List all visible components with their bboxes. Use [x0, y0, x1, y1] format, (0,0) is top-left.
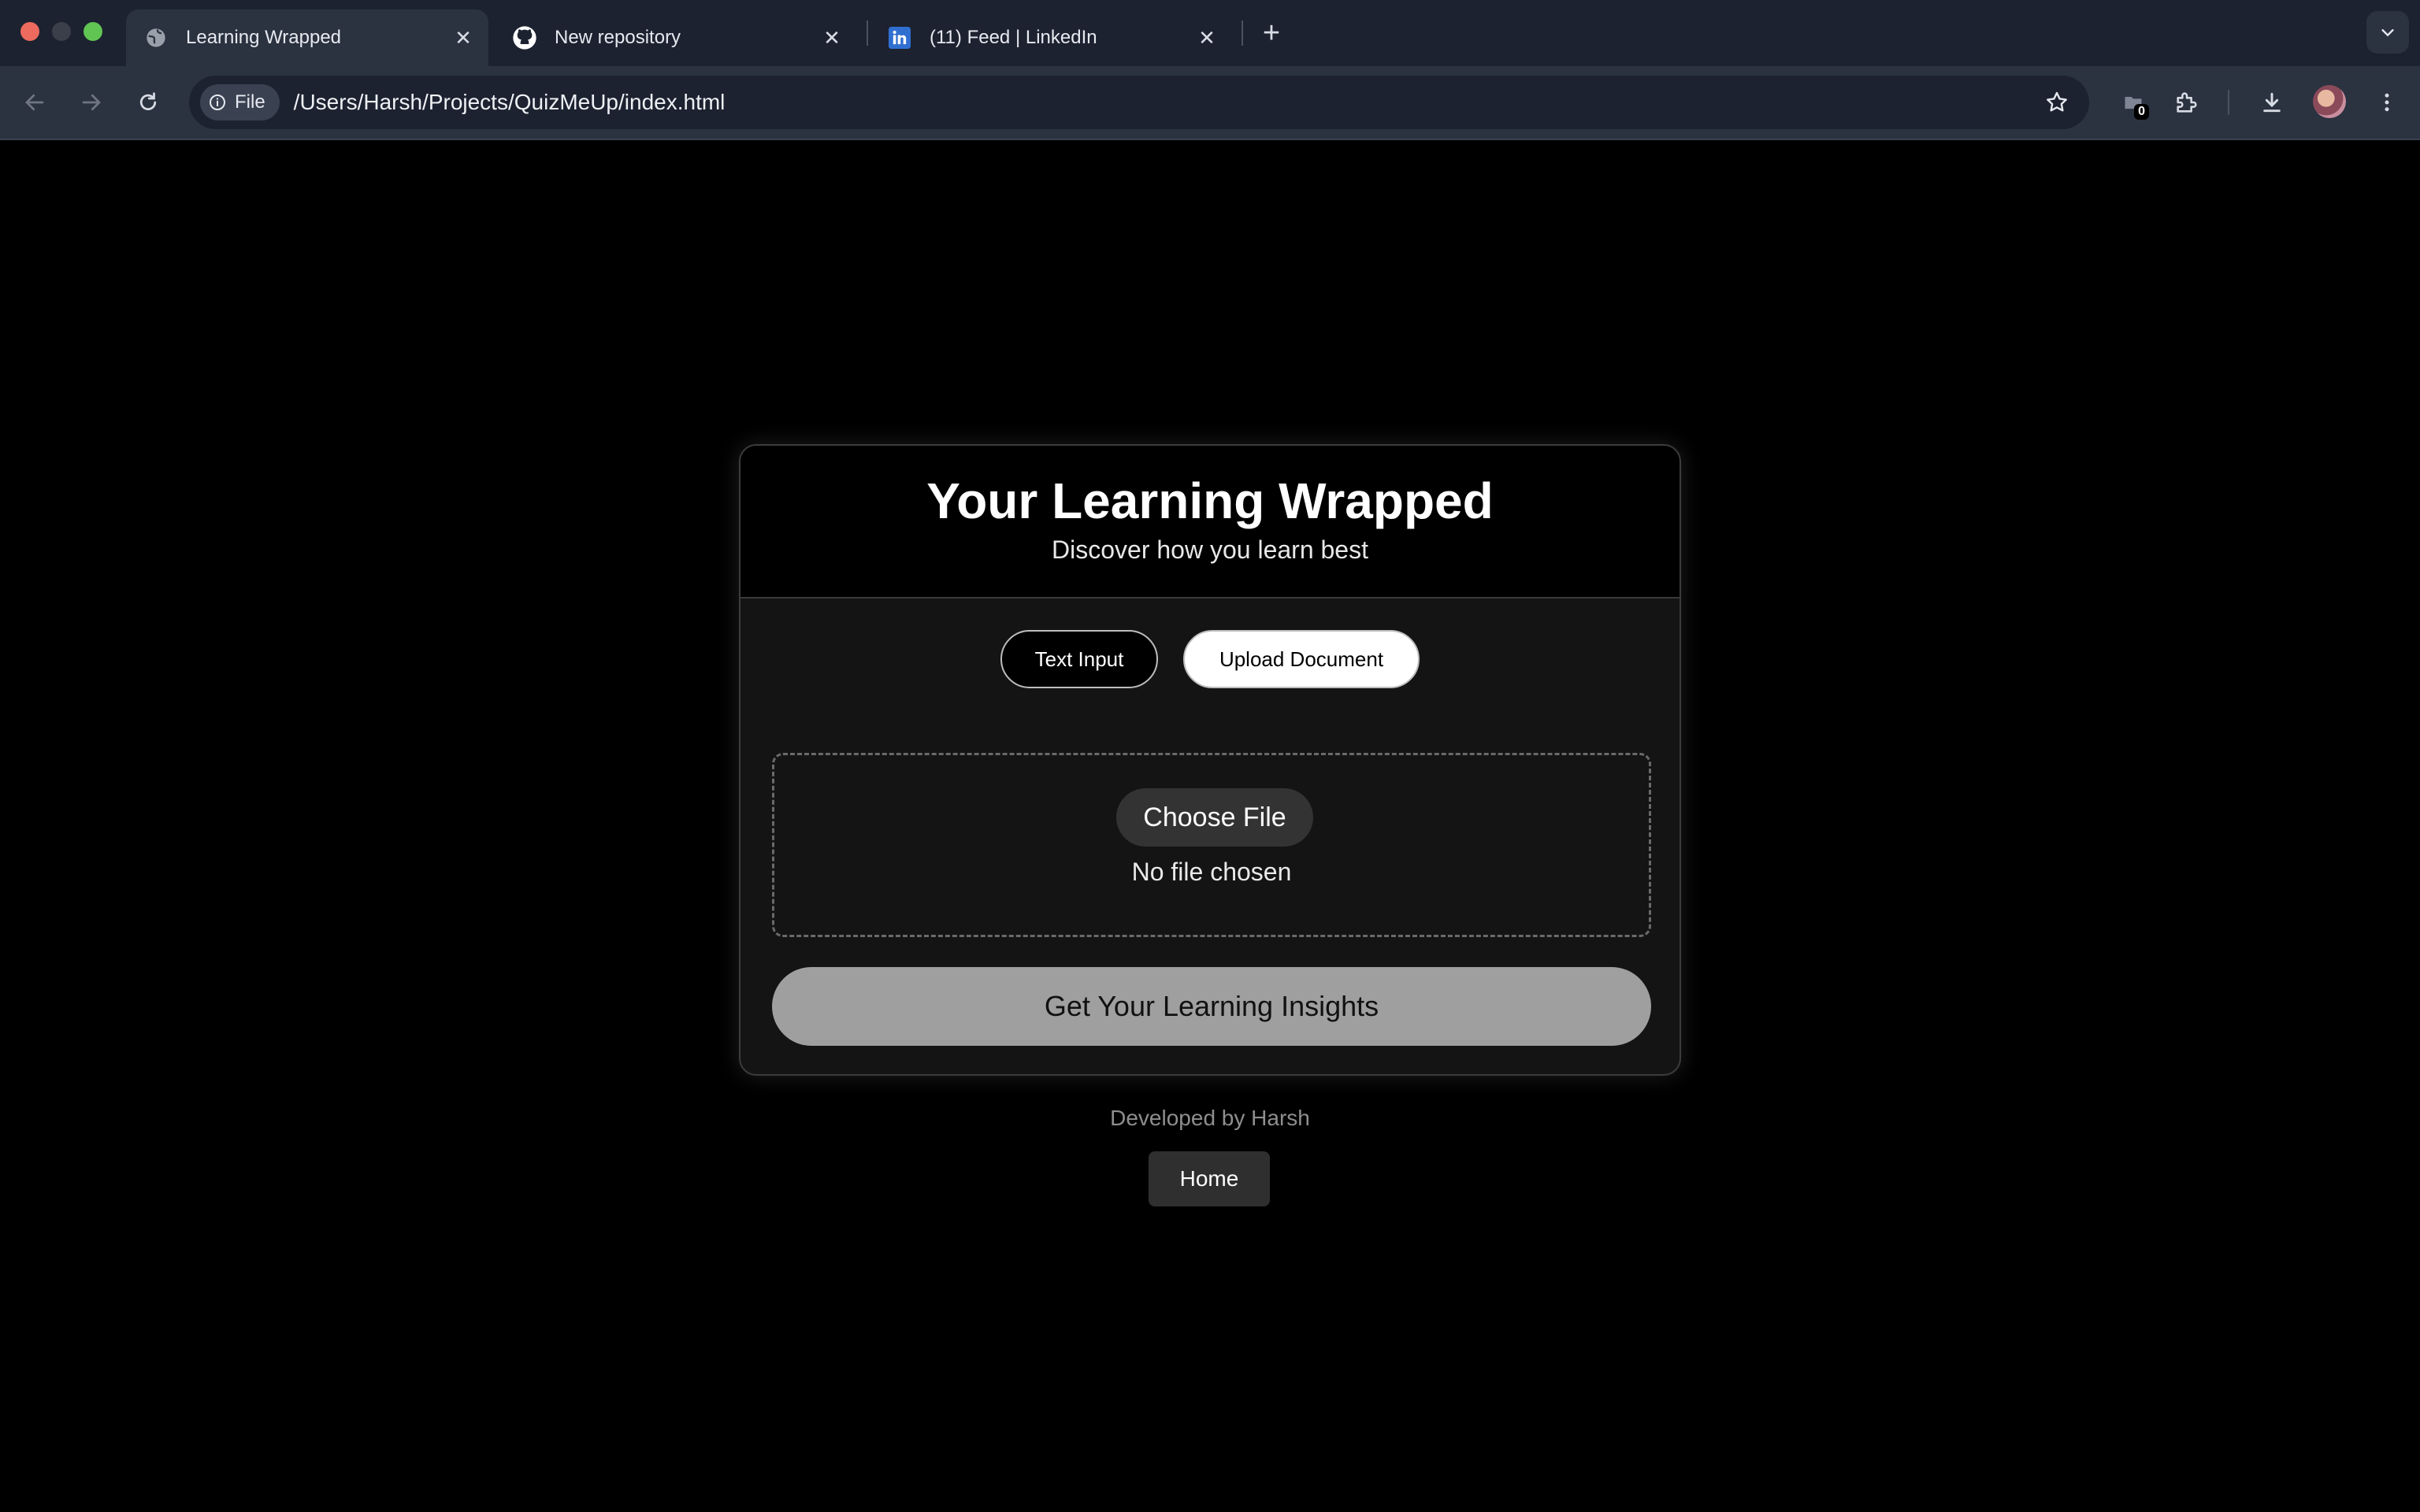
- site-info-chip[interactable]: File: [200, 84, 280, 120]
- puzzle-icon: [2177, 92, 2197, 113]
- star-icon: [2047, 91, 2067, 112]
- page-title: Your Learning Wrapped: [926, 472, 1494, 529]
- window-maximize-button[interactable]: [84, 22, 102, 41]
- forward-button[interactable]: [71, 82, 112, 123]
- toolbar-separator: [2228, 90, 2229, 115]
- choose-file-button[interactable]: Choose File: [1116, 788, 1313, 847]
- address-bar[interactable]: File /Users/Harsh/Projects/QuizMeUp/inde…: [189, 76, 2089, 129]
- home-button[interactable]: Home: [1149, 1151, 1270, 1206]
- get-insights-button[interactable]: Get Your Learning Insights: [772, 967, 1651, 1046]
- input-mode-toggle: Text Input Upload Document: [740, 630, 1680, 688]
- browser-toolbar: File /Users/Harsh/Projects/QuizMeUp/inde…: [0, 66, 2420, 139]
- tab-title: (11) Feed | LinkedIn: [930, 27, 1097, 48]
- close-tab-icon[interactable]: ✕: [449, 24, 477, 52]
- tab-title: Learning Wrapped: [186, 27, 342, 48]
- tab-new-repository[interactable]: New repository ✕: [495, 9, 857, 66]
- tab-learning-wrapped[interactable]: Learning Wrapped ✕: [126, 9, 488, 66]
- arrow-right-icon: [82, 94, 101, 111]
- tab-separator: [1242, 20, 1243, 46]
- tab-search-button[interactable]: [2366, 11, 2409, 54]
- page-subtitle: Discover how you learn best: [1052, 536, 1368, 564]
- downloads-button[interactable]: [2251, 82, 2292, 123]
- tab-linkedin-feed[interactable]: (11) Feed | LinkedIn ✕: [870, 9, 1232, 66]
- url-text[interactable]: /Users/Harsh/Projects/QuizMeUp/index.htm…: [294, 90, 2037, 115]
- window-minimize-button[interactable]: [52, 22, 71, 41]
- viewport-divider: [0, 139, 2420, 140]
- new-tab-button[interactable]: +: [1254, 16, 1289, 50]
- upload-document-tab[interactable]: Upload Document: [1183, 630, 1420, 688]
- reload-icon: [139, 92, 157, 110]
- file-status-text: No file chosen: [1131, 858, 1292, 886]
- close-tab-icon[interactable]: ✕: [1193, 24, 1221, 52]
- browser-menu-button[interactable]: [2366, 82, 2407, 123]
- extension-badge: 0: [2134, 104, 2149, 120]
- tab-title: New repository: [555, 27, 681, 48]
- arrow-left-icon: [25, 94, 44, 111]
- chevron-down-icon: [2381, 29, 2394, 37]
- reload-button[interactable]: [128, 82, 169, 123]
- download-icon: [2263, 92, 2281, 113]
- close-tab-icon[interactable]: ✕: [818, 24, 846, 52]
- window-close-button[interactable]: [20, 22, 39, 41]
- file-upload-dropzone[interactable]: Choose File No file chosen: [772, 753, 1651, 937]
- kebab-menu-icon: [2385, 93, 2389, 112]
- card-header: Your Learning Wrapped Discover how you l…: [740, 446, 1680, 598]
- tab-strip: Learning Wrapped ✕ New repository ✕ (11)…: [0, 0, 2420, 66]
- developer-credit: Developed by Harsh: [1110, 1106, 1310, 1130]
- extensions-menu-button[interactable]: [2166, 82, 2207, 123]
- back-button[interactable]: [14, 82, 55, 123]
- extension-button[interactable]: 0: [2113, 82, 2154, 123]
- github-icon: [512, 25, 537, 50]
- bookmark-button[interactable]: [2037, 83, 2077, 122]
- profile-avatar[interactable]: [2313, 85, 2346, 118]
- tab-separator: [867, 20, 868, 46]
- learning-card: Your Learning Wrapped Discover how you l…: [739, 444, 1681, 1076]
- text-input-tab[interactable]: Text Input: [1000, 630, 1158, 688]
- globe-icon: [143, 25, 169, 50]
- info-icon: [210, 94, 225, 110]
- scheme-label: File: [235, 91, 265, 113]
- linkedin-icon: [887, 25, 912, 50]
